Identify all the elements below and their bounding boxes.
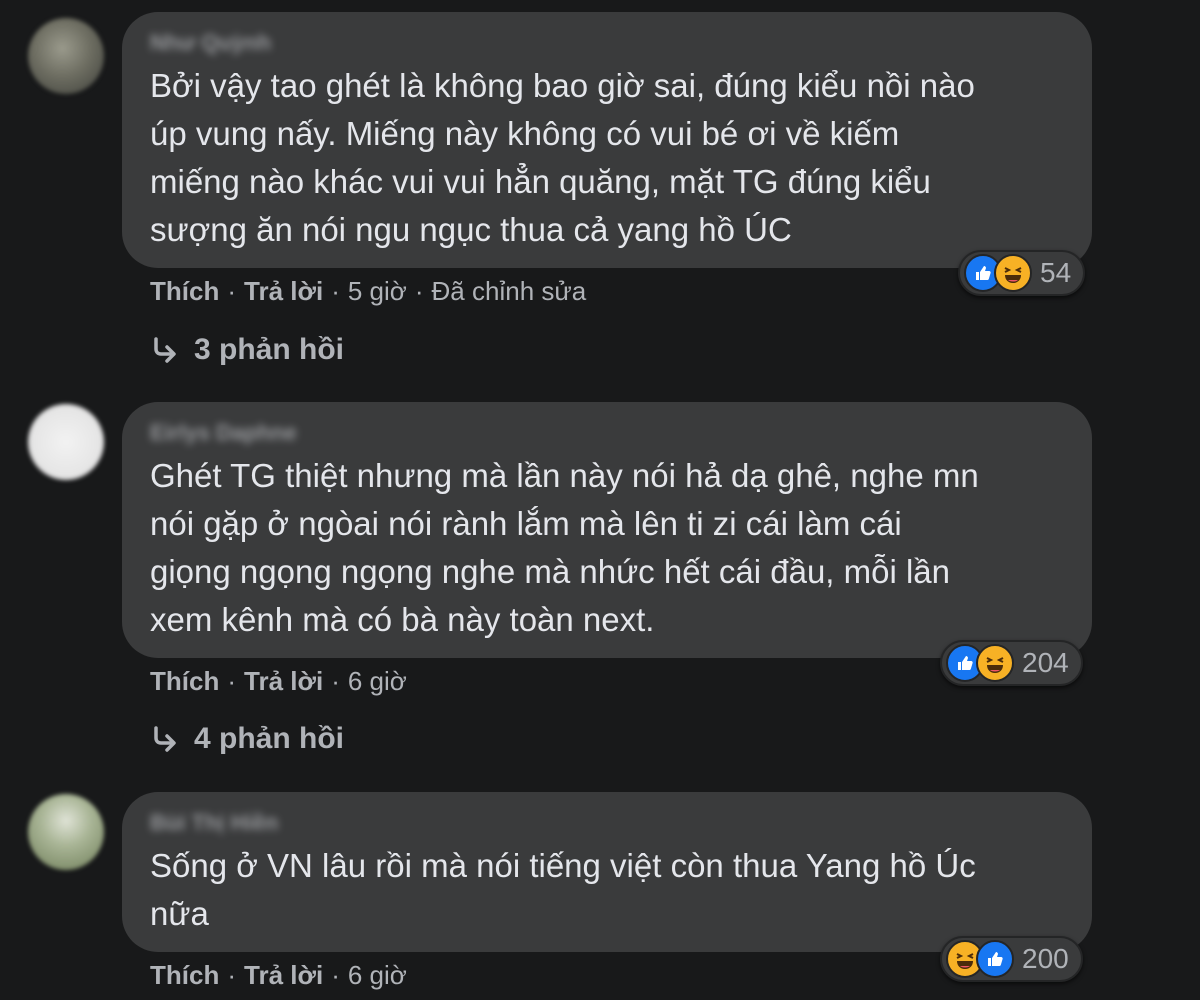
- reaction-summary[interactable]: 54: [958, 250, 1086, 296]
- like-button[interactable]: Thích: [150, 666, 219, 697]
- reply-button[interactable]: Trả lời: [244, 666, 323, 697]
- like-icon: [976, 940, 1014, 978]
- separator: ·: [227, 276, 237, 306]
- edited-label: Đã chỉnh sửa: [431, 276, 587, 306]
- separator: ·: [227, 960, 237, 990]
- avatar[interactable]: [28, 794, 104, 870]
- comment-actions: Thích · Trả lời · 6 giờ: [150, 960, 407, 991]
- reply-arrow-icon: [154, 726, 176, 752]
- reaction-count: 204: [1022, 647, 1069, 678]
- view-replies-button[interactable]: 3 phản hồi: [150, 333, 344, 367]
- reaction-count: 54: [1040, 257, 1072, 288]
- comment-bubble: Eirlys Daphne Ghét TG thiệt nhưng mà lần…: [122, 402, 1092, 658]
- separator: ·: [331, 276, 340, 306]
- reply-arrow-icon: [154, 337, 176, 363]
- reaction-count: 200: [1022, 943, 1069, 974]
- replies-label: 4 phản hồi: [194, 722, 344, 755]
- haha-icon: [994, 254, 1032, 292]
- timestamp[interactable]: 5 giờ: [348, 276, 407, 307]
- comment-author[interactable]: Eirlys Daphne: [150, 420, 1064, 446]
- separator: ·: [227, 666, 237, 696]
- reply-button[interactable]: Trả lời: [244, 276, 323, 307]
- timestamp[interactable]: 6 giờ: [348, 960, 407, 991]
- comment-actions: Thích · Trả lời · 6 giờ: [150, 666, 407, 697]
- haha-icon: [976, 644, 1014, 682]
- comment-bubble: Bùi Thị Hiền Sống ở VN lâu rồi mà nói ti…: [122, 792, 1092, 952]
- avatar[interactable]: [28, 18, 104, 94]
- reaction-summary[interactable]: 200: [940, 936, 1083, 982]
- comment-actions: Thích · Trả lời · 5 giờ · Đã chỉnh sửa: [150, 276, 586, 307]
- comment-thread: Như Quỳnh Bởi vậy tao ghét là không bao …: [0, 0, 1200, 1000]
- like-button[interactable]: Thích: [150, 960, 219, 991]
- comment-author[interactable]: Như Quỳnh: [150, 30, 1064, 56]
- separator: ·: [331, 960, 340, 990]
- replies-label: 3 phản hồi: [194, 333, 344, 366]
- avatar[interactable]: [28, 404, 104, 480]
- comment-text: Ghét TG thiệt nhưng mà lần này nói hả dạ…: [150, 457, 979, 638]
- comment-text: Bởi vậy tao ghét là không bao giờ sai, đ…: [150, 67, 975, 248]
- like-button[interactable]: Thích: [150, 276, 219, 307]
- comment-author[interactable]: Bùi Thị Hiền: [150, 810, 1064, 836]
- timestamp[interactable]: 6 giờ: [348, 666, 407, 697]
- reply-button[interactable]: Trả lời: [244, 960, 323, 991]
- view-replies-button[interactable]: 4 phản hồi: [150, 722, 344, 756]
- comment-bubble: Như Quỳnh Bởi vậy tao ghét là không bao …: [122, 12, 1092, 268]
- reaction-summary[interactable]: 204: [940, 640, 1083, 686]
- separator: ·: [331, 666, 340, 696]
- separator: ·: [414, 276, 424, 306]
- comment-text: Sống ở VN lâu rồi mà nói tiếng việt còn …: [150, 847, 976, 932]
